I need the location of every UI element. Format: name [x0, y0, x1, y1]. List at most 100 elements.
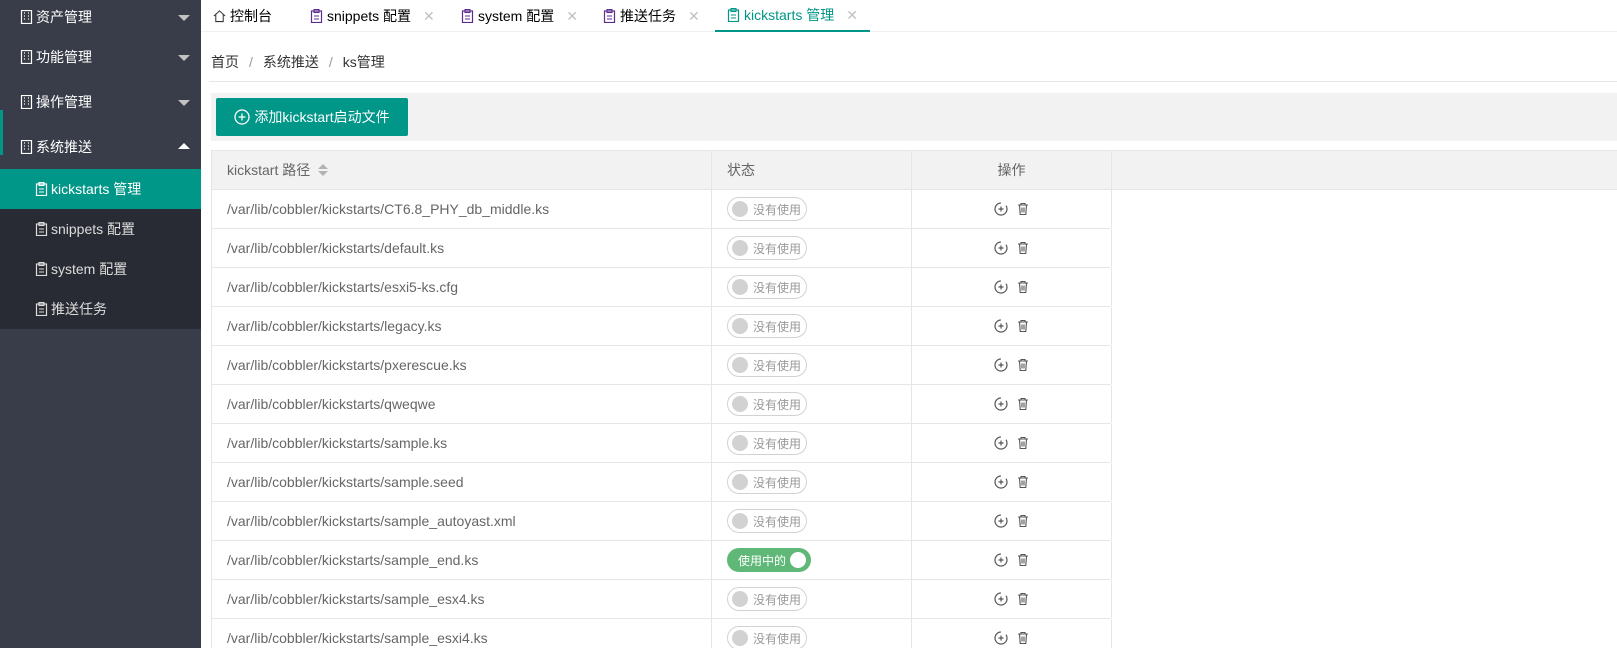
- trash-icon[interactable]: [1015, 513, 1031, 529]
- status-toggle-label: 没有使用: [753, 436, 802, 451]
- sidebar-group-label: 资产管理: [36, 9, 92, 25]
- status-toggle[interactable]: 没有使用: [727, 392, 807, 416]
- cell-status: 没有使用: [712, 307, 912, 345]
- status-toggle-label: 没有使用: [753, 280, 802, 295]
- toggle-knob: [732, 513, 748, 529]
- kickstart-table: kickstart 路径 状态 操作 /var/lib/cobbler/kick…: [211, 150, 1617, 648]
- trash-icon[interactable]: [1015, 357, 1031, 373]
- table-row: /var/lib/cobbler/kickstarts/sample_end.k…: [211, 541, 1112, 580]
- table-row: /var/lib/cobbler/kickstarts/qweqwe 没有使用: [211, 385, 1112, 424]
- add-kickstart-button[interactable]: 添加kickstart启动文件: [216, 98, 408, 136]
- status-toggle[interactable]: 没有使用: [727, 236, 807, 260]
- path-text: /var/lib/cobbler/kickstarts/esxi5-ks.cfg: [227, 279, 459, 295]
- sidebar-group-system-push[interactable]: 系统推送: [0, 124, 201, 169]
- toggle-knob: [732, 435, 748, 451]
- cell-status: 没有使用: [712, 424, 912, 462]
- close-icon[interactable]: ✕: [423, 8, 435, 25]
- status-toggle[interactable]: 没有使用: [727, 509, 807, 533]
- status-toggle-label: 没有使用: [753, 631, 802, 646]
- cell-path: /var/lib/cobbler/kickstarts/esxi5-ks.cfg: [212, 268, 712, 306]
- cell-action: [912, 424, 1112, 462]
- close-icon[interactable]: ✕: [688, 8, 700, 25]
- tab-push-tasks[interactable]: 推送任务 ✕: [591, 0, 712, 32]
- trash-icon[interactable]: [1015, 474, 1031, 490]
- header-path[interactable]: kickstart 路径: [212, 151, 712, 189]
- path-text: /var/lib/cobbler/kickstarts/CT6.8_PHY_db…: [227, 201, 550, 217]
- status-toggle[interactable]: 没有使用: [727, 197, 807, 221]
- cell-action: [912, 307, 1112, 345]
- table-row: /var/lib/cobbler/kickstarts/sample.ks 没有使…: [211, 424, 1112, 463]
- add-circle-icon: [234, 109, 250, 125]
- edit-icon[interactable]: [993, 279, 1009, 295]
- cell-path: /var/lib/cobbler/kickstarts/sample_esxi4…: [212, 619, 712, 648]
- status-toggle-label: 没有使用: [753, 514, 802, 529]
- status-toggle[interactable]: 没有使用: [727, 431, 807, 455]
- trash-icon[interactable]: [1015, 552, 1031, 568]
- edit-icon[interactable]: [993, 396, 1009, 412]
- trash-icon[interactable]: [1015, 591, 1031, 607]
- edit-icon[interactable]: [993, 357, 1009, 373]
- sidebar-item-push-tasks[interactable]: 推送任务: [0, 289, 201, 329]
- toggle-knob: [732, 591, 748, 607]
- toggle-knob: [732, 630, 748, 646]
- edit-icon[interactable]: [993, 513, 1009, 529]
- tab-console[interactable]: 控制台: [201, 0, 284, 32]
- tab-snippets[interactable]: snippets 配置 ✕: [298, 0, 447, 32]
- tab-system[interactable]: system 配置 ✕: [449, 0, 590, 32]
- sidebar-group-label: 功能管理: [36, 48, 92, 65]
- status-toggle-label: 没有使用: [753, 592, 802, 607]
- trash-icon[interactable]: [1015, 279, 1031, 295]
- toggle-knob: [732, 240, 748, 256]
- breadcrumb-system-push[interactable]: 系统推送: [263, 54, 319, 70]
- table-row: /var/lib/cobbler/kickstarts/sample_autoy…: [211, 502, 1112, 541]
- edit-icon[interactable]: [993, 201, 1009, 217]
- sidebar-item-kickstarts[interactable]: kickstarts 管理: [0, 169, 201, 209]
- close-icon[interactable]: ✕: [846, 7, 858, 24]
- status-toggle[interactable]: 使用中的: [727, 548, 811, 572]
- cell-action: [912, 619, 1112, 648]
- sidebar-group-assets[interactable]: 资产管理: [0, 0, 201, 34]
- trash-icon[interactable]: [1015, 396, 1031, 412]
- header-status: 状态: [712, 151, 912, 189]
- breadcrumb-home[interactable]: 首页: [211, 54, 239, 70]
- sort-icon[interactable]: [318, 164, 329, 176]
- cell-action: [912, 541, 1112, 579]
- cell-path: /var/lib/cobbler/kickstarts/sample_end.k…: [212, 541, 712, 579]
- cell-action: [912, 190, 1112, 228]
- status-toggle[interactable]: 没有使用: [727, 626, 807, 648]
- sidebar-item-system[interactable]: system 配置: [0, 249, 201, 289]
- breadcrumb-separator: /: [328, 54, 333, 70]
- toggle-knob: [732, 279, 748, 295]
- status-toggle[interactable]: 没有使用: [727, 470, 807, 494]
- trash-icon[interactable]: [1015, 318, 1031, 334]
- sidebar-group-functions[interactable]: 功能管理: [0, 34, 201, 79]
- tab-kickstarts[interactable]: kickstarts 管理 ✕: [715, 0, 870, 32]
- edit-icon[interactable]: [993, 318, 1009, 334]
- edit-icon[interactable]: [993, 435, 1009, 451]
- status-toggle[interactable]: 没有使用: [727, 314, 807, 338]
- header-action-label: 操作: [997, 162, 1026, 178]
- trash-icon[interactable]: [1015, 435, 1031, 451]
- trash-icon[interactable]: [1015, 240, 1031, 256]
- cell-status: 使用中的: [712, 541, 912, 579]
- edit-icon[interactable]: [993, 240, 1009, 256]
- trash-icon[interactable]: [1015, 630, 1031, 646]
- sidebar-item-snippets[interactable]: snippets 配置: [0, 209, 201, 249]
- trash-icon[interactable]: [1015, 201, 1031, 217]
- edit-icon[interactable]: [993, 552, 1009, 568]
- status-toggle[interactable]: 没有使用: [727, 353, 807, 377]
- toggle-knob: [732, 357, 748, 373]
- sidebar-group-operations[interactable]: 操作管理: [0, 79, 201, 124]
- breadcrumb: 首页 / 系统推送 / ks管理: [211, 52, 385, 72]
- close-icon[interactable]: ✕: [566, 8, 578, 25]
- status-toggle-label: 没有使用: [753, 319, 802, 334]
- table-row: /var/lib/cobbler/kickstarts/default.ks 没有…: [211, 229, 1112, 268]
- tab-label: system 配置: [478, 8, 555, 24]
- path-text: /var/lib/cobbler/kickstarts/sample.ks: [227, 435, 448, 451]
- status-toggle[interactable]: 没有使用: [727, 275, 807, 299]
- edit-icon[interactable]: [993, 591, 1009, 607]
- edit-icon[interactable]: [993, 630, 1009, 646]
- edit-icon[interactable]: [993, 474, 1009, 490]
- status-toggle[interactable]: 没有使用: [727, 587, 807, 611]
- status-toggle-label: 使用中的: [738, 553, 787, 568]
